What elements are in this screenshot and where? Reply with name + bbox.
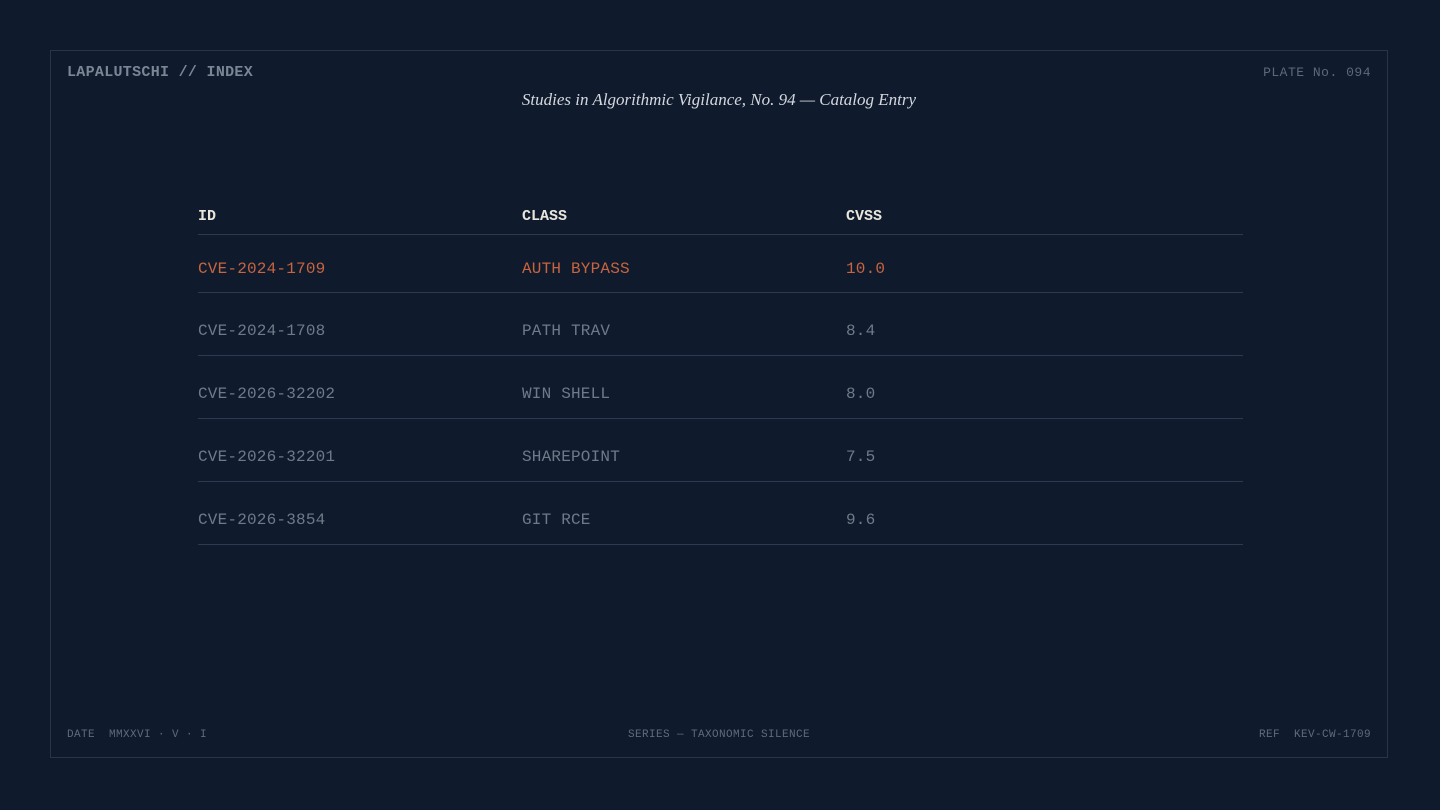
page-title: Studies in Algorithmic Vigilance, No. 94… [521,90,917,109]
column-header-class: CLASS [522,208,568,225]
cve-score: 7.5 [846,448,876,466]
footer-ref: REF KEV-CW-1709 [1258,729,1371,741]
cve-class: PATH TRAV [522,322,611,340]
table-row: CVE-2024-1709 AUTH BYPASS 10.0 [198,235,1243,293]
table-row: CVE-2024-1708 PATH TRAV 8.4 [198,293,1243,356]
cve-score: 8.4 [846,322,876,340]
cve-id: CVE-2026-32201 [198,448,336,466]
table-header-row: ID CLASS CVSS [198,203,1243,235]
cve-class: AUTH BYPASS [522,260,630,278]
table-row: CVE-2026-3854 GIT RCE 9.6 [198,482,1243,545]
column-header-cvss: CVSS [846,208,883,225]
column-header-id: ID [198,208,217,225]
cve-score: 8.0 [846,385,876,403]
cve-id: CVE-2026-3854 [198,511,326,529]
plate-number: PLATE No. 094 [1263,65,1371,80]
cve-score: 10.0 [846,260,886,278]
cve-id: CVE-2024-1708 [198,322,326,340]
cve-id: CVE-2024-1709 [198,260,326,278]
cve-class: GIT RCE [522,511,591,529]
brand-label: LAPALUTSCHI // INDEX [67,64,254,81]
table-row: CVE-2026-32201 SHAREPOINT 7.5 [198,419,1243,482]
cve-table: ID CLASS CVSS CVE-2024-1709 AUTH BYPASS … [198,203,1243,545]
cve-score: 9.6 [846,511,876,529]
cve-class: WIN SHELL [522,385,611,403]
table-row: CVE-2026-32202 WIN SHELL 8.0 [198,356,1243,419]
plate-footer: DATE MMXXVI · V · I SERIES — TAXONOMIC S… [67,729,1371,745]
footer-series: SERIES — TAXONOMIC SILENCE [627,729,811,741]
cve-class: SHAREPOINT [522,448,621,466]
cve-id: CVE-2026-32202 [198,385,336,403]
catalog-plate: LAPALUTSCHI // INDEX PLATE No. 094 Studi… [50,50,1388,758]
